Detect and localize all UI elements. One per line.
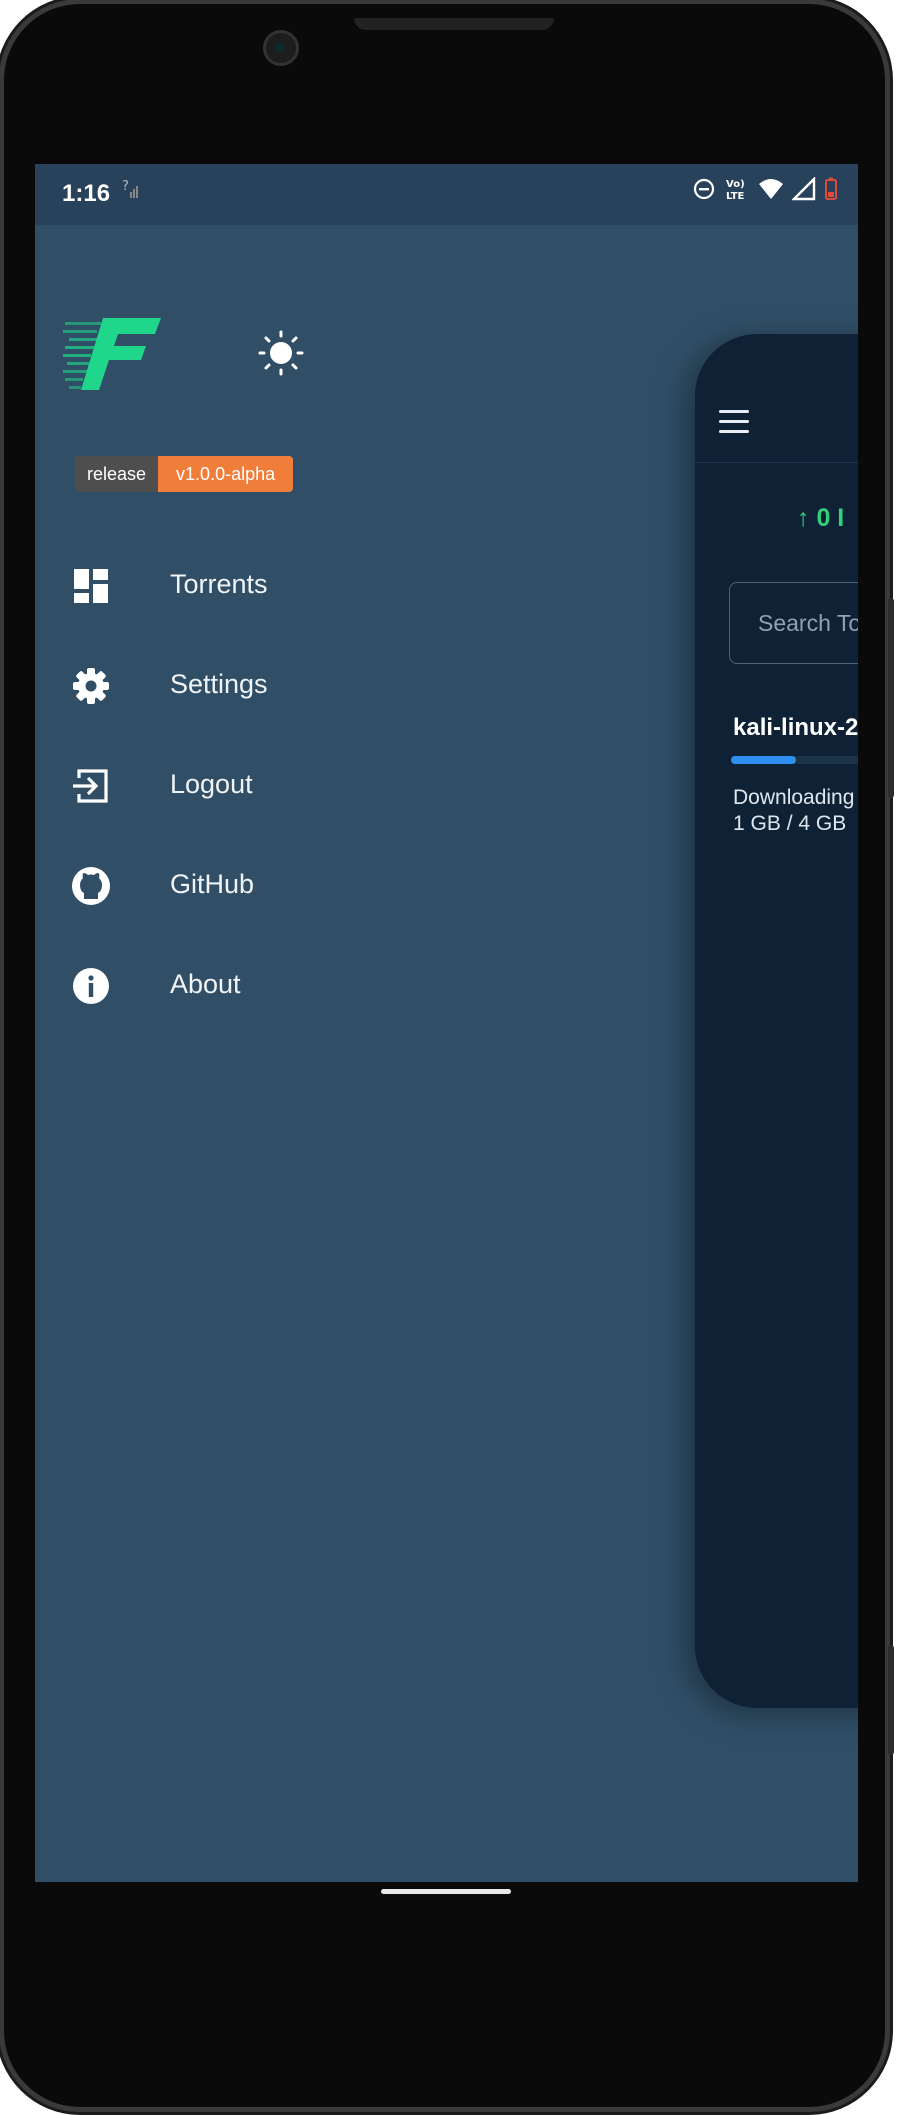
search-field[interactable]	[729, 582, 858, 664]
volume-button	[888, 598, 894, 798]
no-sim-signal-icon: ?	[122, 178, 142, 205]
menu-item-about[interactable]: About	[35, 934, 675, 1034]
status-icons: Vo) LTE	[692, 176, 838, 202]
nav-drawer-menu: Torrents Settings Logout GitHub About	[35, 534, 675, 1034]
torrent-status: Downloading	[733, 786, 855, 809]
status-bar: 1:16 ? Vo) LTE	[35, 164, 858, 225]
power-button	[888, 1645, 894, 1755]
app-screen: 1:16 ? Vo) LTE release v1.0.0-alpha Torr…	[35, 164, 858, 1882]
wifi-icon	[759, 179, 783, 199]
home-indicator[interactable]	[381, 1889, 511, 1894]
cell-signal-icon	[792, 177, 816, 201]
torrent-progress-fill	[731, 756, 796, 764]
menu-item-label: Logout	[170, 769, 253, 799]
battery-low-icon	[825, 177, 837, 200]
svg-text:Vo): Vo)	[726, 179, 745, 190]
volte-icon: Vo) LTE	[726, 179, 745, 202]
menu-item-logout[interactable]: Logout	[35, 734, 675, 834]
menu-item-label: GitHub	[170, 869, 255, 899]
main-content-panel[interactable]: ↑ 0 I kali-linux-20 Downloading 1 GB / 4…	[695, 334, 858, 1708]
github-icon	[72, 867, 110, 905]
torrent-name[interactable]: kali-linux-20	[733, 714, 858, 742]
menu-item-github[interactable]: GitHub	[35, 834, 675, 934]
status-time: 1:16	[62, 180, 111, 207]
dashboard-icon	[74, 569, 108, 603]
svg-text:LTE: LTE	[726, 191, 745, 202]
menu-item-label: Torrents	[170, 569, 268, 599]
search-input[interactable]	[730, 583, 858, 663]
earpiece	[354, 18, 554, 30]
menu-icon[interactable]	[719, 410, 749, 434]
gear-icon	[73, 668, 109, 704]
menu-item-label: About	[170, 969, 241, 999]
svg-text:?: ?	[122, 179, 129, 194]
menu-item-settings[interactable]: Settings	[35, 634, 675, 734]
menu-item-torrents[interactable]: Torrents	[35, 534, 675, 634]
app-logo	[63, 314, 163, 394]
theme-toggle-sun-icon[interactable]	[257, 329, 305, 377]
torrent-progress-bar	[731, 756, 858, 764]
version-badge: release v1.0.0-alpha	[75, 456, 294, 492]
do-not-disturb-icon	[693, 178, 715, 200]
upload-speed: ↑ 0 I	[797, 504, 845, 532]
menu-item-label: Settings	[170, 669, 268, 699]
header-divider	[695, 462, 858, 463]
logout-icon	[73, 769, 108, 803]
torrent-size: 1 GB / 4 GB	[733, 812, 847, 835]
release-channel-label: release	[75, 456, 159, 492]
info-icon	[73, 968, 109, 1004]
front-camera	[263, 30, 299, 66]
version-label: v1.0.0-alpha	[158, 456, 294, 492]
